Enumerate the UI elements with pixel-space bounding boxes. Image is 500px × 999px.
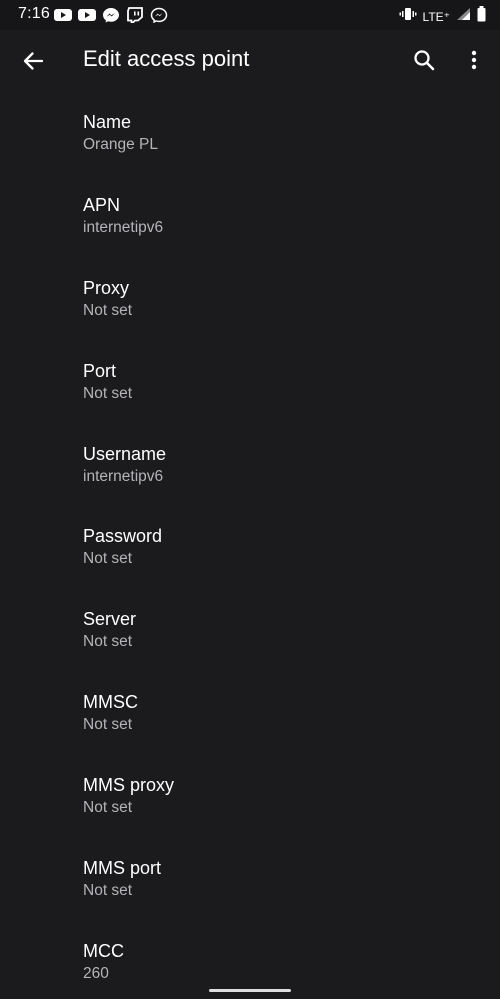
pref-title: MMS proxy [83,775,175,796]
status-time: 7:16 [18,5,50,22]
youtube-icon [78,7,96,23]
signal-icon [456,7,471,26]
pref-summary: Not set [83,301,133,319]
network-type: LTE⁺ [422,9,450,24]
pref-item-name[interactable]: Name Orange PL [0,92,500,175]
pref-summary: Not set [83,882,133,900]
pref-item-port[interactable]: Port Not set [0,341,500,424]
more-options-button[interactable] [460,42,488,78]
pref-summary: Not set [83,384,133,402]
pref-summary: Not set [83,799,133,817]
twitch-icon [126,7,144,24]
messenger-icon [102,7,120,23]
gesture-nav-handle[interactable] [209,989,291,992]
messenger-icon [150,7,168,24]
pref-item-mms-port[interactable]: MMS port Not set [0,838,500,921]
pref-title: Password [83,526,163,547]
pref-title: Name [83,112,132,132]
app-bar: Edit access point [0,30,500,92]
pref-item-apn[interactable]: APN internetipv6 [0,175,500,258]
pref-item-mcc[interactable]: MCC 260 [0,921,500,999]
system-status: LTE⁺ [399,6,486,27]
pref-title: Proxy [83,277,130,298]
arrow-back-icon [23,52,44,70]
pref-summary: 260 [83,964,109,982]
pref-item-mms-proxy[interactable]: MMS proxy Not set [0,755,500,838]
more-vert-icon [471,50,477,70]
pref-title: MCC [83,940,124,961]
pref-item-server[interactable]: Server Not set [0,589,500,672]
page-title: Edit access point [83,46,250,71]
pref-summary: internetipv6 [83,218,164,236]
pref-title: Server [83,609,137,630]
preference-list: Name Orange PL APN internetipv6 Proxy No… [0,92,500,999]
battery-icon [477,6,486,27]
notification-icons [54,7,168,24]
back-button[interactable] [14,42,52,80]
pref-title: Port [83,360,117,381]
pref-title: MMSC [83,692,138,713]
pref-item-password[interactable]: Password Not set [0,506,500,589]
pref-item-username[interactable]: Username internetipv6 [0,424,500,507]
pref-summary: Not set [83,550,133,568]
status-bar: 7:16 LTE⁺ [0,0,500,30]
pref-summary: Not set [83,716,133,734]
pref-summary: internetipv6 [83,467,164,485]
pref-item-proxy[interactable]: Proxy Not set [0,258,500,341]
vibrate-icon [399,7,417,26]
pref-title: Username [83,443,167,464]
pref-title: MMS port [83,858,162,879]
pref-item-mmsc[interactable]: MMSC Not set [0,672,500,755]
pref-title: APN [83,194,121,215]
search-button[interactable] [406,42,442,78]
pref-summary: Orange PL [83,136,158,153]
pref-summary: Not set [83,633,133,651]
search-icon [414,50,435,71]
youtube-icon [54,7,72,23]
